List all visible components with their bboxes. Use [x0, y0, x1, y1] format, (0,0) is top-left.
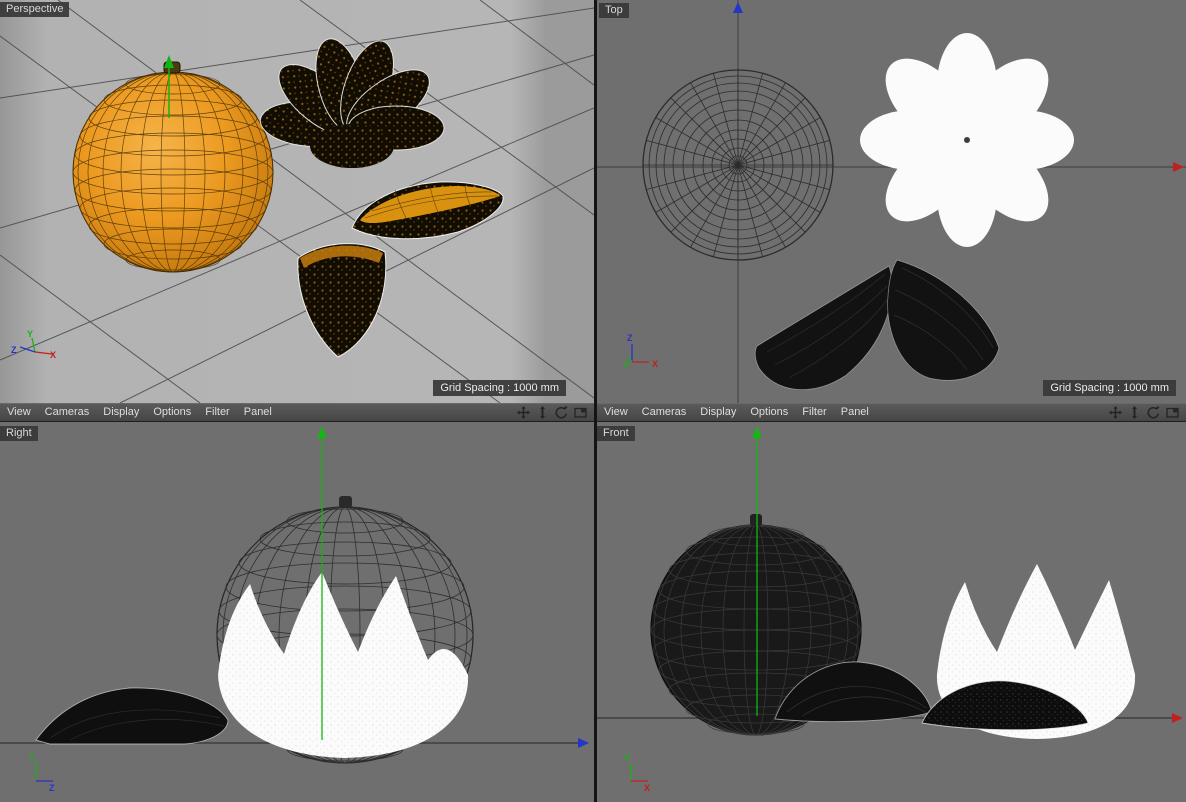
axis-z-label: Z [11, 345, 17, 355]
axis-x-label: X [644, 783, 650, 793]
viewport-menubar-right: View Cameras Display Options Filter Pane… [597, 403, 1186, 422]
menu-cameras[interactable]: Cameras [38, 404, 97, 421]
front-canvas[interactable]: Y X [597, 422, 1186, 802]
axis-z-label: Z [49, 783, 55, 793]
perspective-canvas[interactable]: Y Z X [0, 0, 594, 403]
axis-x-label: X [652, 359, 658, 369]
axis-z-label: Z [627, 333, 633, 343]
viewport-menubar-left: View Cameras Display Options Filter Pane… [0, 403, 594, 422]
menu-options[interactable]: Options [146, 404, 198, 421]
right-canvas[interactable]: Y Z [0, 422, 594, 802]
dolly-icon[interactable] [1127, 406, 1142, 420]
orange-sphere-wireframe[interactable] [642, 69, 834, 261]
menu-panel[interactable]: Panel [237, 404, 279, 421]
application-window: Perspective Grid Spacing : 1000 mm Y Z X… [0, 0, 1186, 802]
viewport-label: Right [0, 426, 38, 441]
menu-options[interactable]: Options [743, 404, 795, 421]
viewport-perspective[interactable]: Perspective Grid Spacing : 1000 mm Y Z X [0, 0, 594, 403]
menu-cameras[interactable]: Cameras [635, 404, 694, 421]
menu-filter[interactable]: Filter [795, 404, 833, 421]
viewport-label: Top [599, 3, 629, 18]
rotate-icon[interactable] [554, 406, 569, 420]
pan-icon[interactable] [1108, 406, 1123, 420]
menu-view[interactable]: View [597, 404, 635, 421]
viewport-right[interactable]: Right Y Z [0, 422, 594, 802]
maximize-icon[interactable] [1165, 406, 1180, 420]
grid-spacing-badge: Grid Spacing : 1000 mm [433, 380, 566, 396]
grid-spacing-badge: Grid Spacing : 1000 mm [1043, 380, 1176, 396]
menu-panel[interactable]: Panel [834, 404, 876, 421]
white-peel-flower-object[interactable] [860, 33, 1074, 247]
pan-icon[interactable] [516, 406, 531, 420]
viewport-label: Front [597, 426, 635, 441]
maximize-icon[interactable] [573, 406, 588, 420]
axis-y-label: Y [29, 753, 35, 763]
menu-filter[interactable]: Filter [198, 404, 236, 421]
axis-y-label: Y [623, 360, 629, 370]
rotate-icon[interactable] [1146, 406, 1161, 420]
axis-y-label: Y [624, 753, 630, 763]
orange-stem [339, 496, 352, 508]
axis-y-label: Y [27, 329, 33, 339]
dolly-icon[interactable] [535, 406, 550, 420]
menu-display[interactable]: Display [693, 404, 743, 421]
viewport-front[interactable]: Front Y X [597, 422, 1186, 802]
orange-stem [750, 514, 762, 526]
top-canvas[interactable]: Z Y X [597, 0, 1186, 403]
menu-display[interactable]: Display [96, 404, 146, 421]
viewport-label: Perspective [0, 2, 70, 17]
menu-view[interactable]: View [0, 404, 38, 421]
viewport-top[interactable]: Top Grid Spacing : 1000 mm Z Y X [597, 0, 1186, 403]
axis-x-label: X [50, 350, 56, 360]
